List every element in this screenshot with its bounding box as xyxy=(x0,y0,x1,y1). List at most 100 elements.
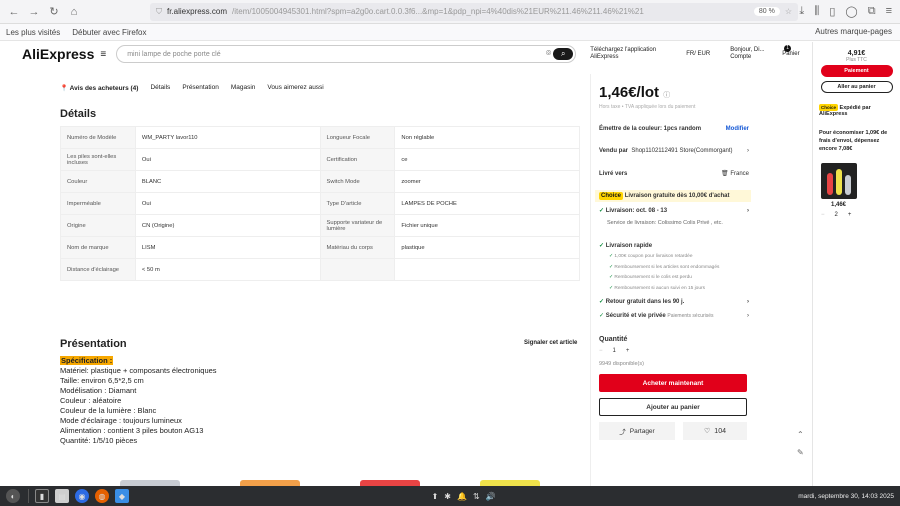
description-line: Couleur de la lumière : Blanc xyxy=(60,406,157,415)
app-download[interactable]: Téléchargez l'application AliExpress xyxy=(590,47,672,61)
wishlist-button[interactable]: ♡ 104 xyxy=(683,422,747,440)
bookmark-getting-started[interactable]: Débuter avec Firefox xyxy=(72,28,146,37)
zoom-badge[interactable]: 80 % xyxy=(753,7,780,16)
bookmark-star-icon[interactable]: ☆ xyxy=(785,7,792,16)
spec-label: Matériau du corps xyxy=(319,236,396,259)
home-icon[interactable]: ⌂ xyxy=(66,4,82,20)
plus-icon[interactable]: + xyxy=(626,348,630,354)
start-menu-icon[interactable]: ◐ xyxy=(6,489,20,503)
bookmark-most-visited[interactable]: Les plus visités xyxy=(6,28,60,37)
security-row[interactable]: ✓ Sécurité et vie privée Paiements sécur… xyxy=(599,312,749,320)
guarantee-text: Remboursement si les articles sont endom… xyxy=(614,264,720,270)
info-icon[interactable]: ⓘ xyxy=(663,92,670,99)
search-placeholder: mini lampe de poche porte clé xyxy=(127,50,221,58)
sidebar-icon[interactable]: ▯ xyxy=(829,5,835,18)
notification-icon[interactable]: 🔔 xyxy=(457,492,467,501)
description-line: Taille: environ 6,5*2,5 cm xyxy=(60,376,144,385)
network-icon[interactable]: ⇅ xyxy=(473,492,480,501)
menu-icon[interactable]: ≡ xyxy=(100,49,106,60)
tab-presentation[interactable]: Présentation xyxy=(182,84,219,92)
search-input[interactable]: mini lampe de poche porte clé ⌾ ⌕ xyxy=(116,45,577,63)
checkout-button[interactable]: Paiement xyxy=(820,65,893,77)
modify-link[interactable]: Modifier xyxy=(726,126,749,132)
table-row: Nom de marque LISM Matériau du corps plasti… xyxy=(60,236,580,259)
download-icon[interactable]: ⤓ xyxy=(799,5,804,18)
shield-icon: ⛉ xyxy=(156,6,162,16)
choice-shipping: Choice Expédié par AliExpress xyxy=(819,104,894,117)
search-button[interactable]: ⌕ xyxy=(553,48,574,60)
tab-details[interactable]: Détails xyxy=(150,84,170,92)
check-icon: ✓ xyxy=(599,243,605,249)
update-icon[interactable]: ⬆ xyxy=(432,492,439,501)
tab-recommendations[interactable]: Vous aimerez aussi xyxy=(267,84,323,92)
edit-icon[interactable]: ✎ xyxy=(797,448,804,457)
fast-delivery-row[interactable]: ✓ Livraison rapide xyxy=(599,242,749,250)
spec-value: Non réglable xyxy=(394,126,580,149)
library-icon[interactable]: ⫼ xyxy=(814,5,819,18)
extensions-icon[interactable]: ⧉ xyxy=(868,5,876,18)
other-bookmarks[interactable]: Autres marque-pages xyxy=(815,27,892,36)
mini-cart: 4,91€ Plus TTC Paiement Aller au panier … xyxy=(812,42,900,486)
language-currency[interactable]: FR/ EUR xyxy=(686,51,716,58)
price: 1,46€/lot ⓘ xyxy=(599,84,670,101)
reload-icon[interactable]: ↻ xyxy=(46,4,62,20)
guarantee-item: ✓ 1,00€ coupon pour livraison retardée xyxy=(609,252,719,263)
quantity-value[interactable]: 1 xyxy=(613,348,616,354)
tab-reviews[interactable]: 📍 Avis des acheteurs (4) xyxy=(60,84,138,92)
cart-item-qty[interactable]: 2 xyxy=(835,212,838,218)
forward-icon[interactable]: → xyxy=(26,4,42,20)
description-line: Matériel: plastique + composants électro… xyxy=(60,366,217,375)
seller-row[interactable]: Vendu par Shop1102112491 Store(Commorgan… xyxy=(599,148,749,154)
minus-icon[interactable]: − xyxy=(599,348,603,354)
back-icon[interactable]: ← xyxy=(6,4,22,20)
add-to-cart-button[interactable]: Ajouter au panier xyxy=(599,398,747,416)
buy-now-button[interactable]: Acheter maintenant xyxy=(599,374,747,392)
delivery-label: Livraison: oct. 08 - 13 xyxy=(605,207,668,214)
spec-value: LISM xyxy=(134,236,321,259)
spec-label: Longueur Focale xyxy=(319,126,396,149)
aliexpress-logo[interactable]: AliExpress xyxy=(22,46,94,62)
menu-icon[interactable]: ≡ xyxy=(886,5,892,18)
product-thumb-shape xyxy=(827,173,833,195)
check-icon: ✓ xyxy=(599,313,605,319)
description-line: Modélisation : Diamant xyxy=(60,386,137,395)
clock[interactable]: mardi, septembre 30, 14:03 2025 xyxy=(798,493,894,500)
ship-to-row[interactable]: Livré vers 🗑 France xyxy=(599,170,749,178)
report-link[interactable]: Signaler cet article xyxy=(524,340,577,346)
delivery-service: Service de livraison: Colissimo Colis Pr… xyxy=(607,220,723,226)
quantity-stepper[interactable]: − 1 + xyxy=(599,348,749,354)
cart-button[interactable]: 1 Panier xyxy=(782,44,802,58)
account-menu[interactable]: Bonjour, Di... Compte xyxy=(730,47,768,61)
url-bar[interactable]: ⛉ fr.aliexpress.com/item/1005004945301.h… xyxy=(150,2,798,21)
tab-store[interactable]: Magasin xyxy=(231,84,256,92)
purchase-panel: 1,46€/lot ⓘ Hors taxe • TVA appliquée lo… xyxy=(590,74,756,486)
share-icon: ⤴ xyxy=(619,429,626,436)
cart-item-stepper[interactable]: − 2 + xyxy=(821,212,900,218)
scroll-top-icon[interactable]: ⌃ xyxy=(797,430,804,439)
cart-item-image[interactable] xyxy=(821,163,857,199)
app-icon[interactable]: ◆ xyxy=(115,489,129,503)
browser-toolbar: ← → ↻ ⌂ ⛉ fr.aliexpress.com/item/1005004… xyxy=(0,0,900,24)
minus-icon[interactable]: − xyxy=(821,212,825,218)
fast-guarantees: ✓ 1,00€ coupon pour livraison retardée ✓ … xyxy=(609,252,719,294)
files-icon[interactable]: ▤ xyxy=(55,489,69,503)
bluetooth-icon[interactable]: ✱ xyxy=(444,492,451,501)
guarantee-item: ✓ Remboursement si aucun suivi en 15 jou… xyxy=(609,284,719,295)
go-to-cart-button[interactable]: Aller au panier xyxy=(820,81,893,93)
share-button[interactable]: ⤴ Partager xyxy=(599,422,675,440)
firefox-icon[interactable]: ◍ xyxy=(95,489,109,503)
delivery-row[interactable]: ✓ Livraison: oct. 08 - 13 › xyxy=(599,207,749,215)
chromium-icon[interactable]: ◉ xyxy=(75,489,89,503)
terminal-icon[interactable]: ▮ xyxy=(35,489,49,503)
sold-by-label: Vendu par xyxy=(599,148,629,154)
volume-icon[interactable]: 🔊 xyxy=(486,492,496,501)
table-row: Distance d'éclairage < 50 m xyxy=(60,258,580,281)
plus-icon[interactable]: + xyxy=(848,212,852,218)
quantity-label: Quantité xyxy=(599,336,628,343)
camera-search-icon[interactable]: ⌾ xyxy=(546,48,551,59)
description-line: Mode d'éclairage : toujours lumineux xyxy=(60,416,182,425)
site-header: AliExpress ≡ mini lampe de poche porte c… xyxy=(0,42,812,66)
account-icon[interactable]: ◯ xyxy=(845,5,857,18)
spec-label: Couleur xyxy=(60,170,136,193)
free-return-row[interactable]: ✓ Retour gratuit dans les 90 j. › xyxy=(599,298,749,306)
